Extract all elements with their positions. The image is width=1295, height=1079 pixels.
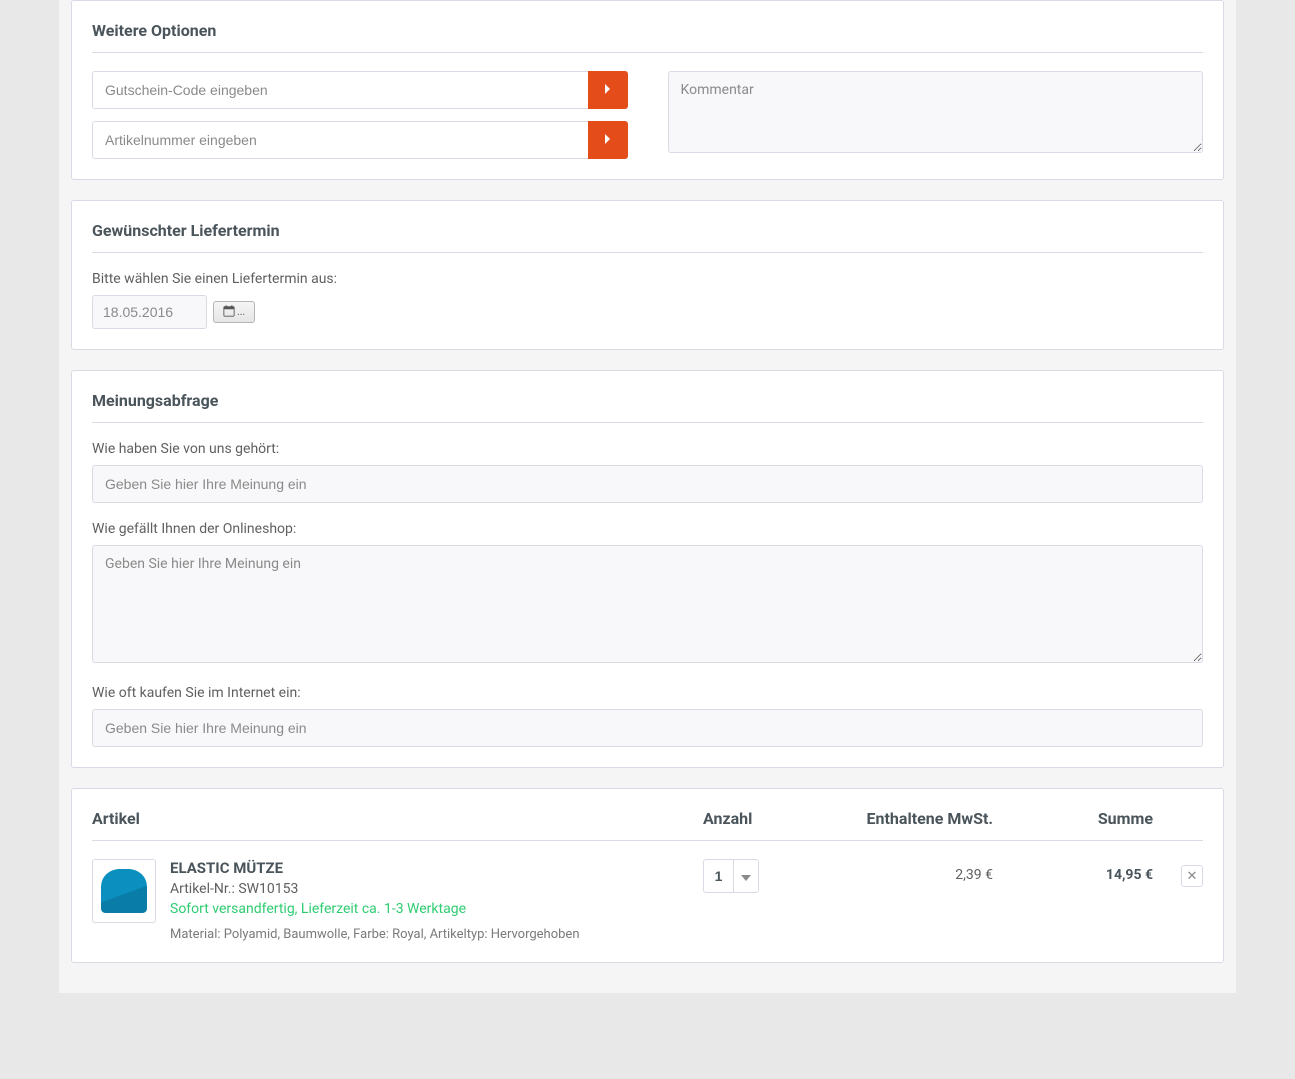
coupon-submit-button[interactable]	[588, 71, 628, 109]
cart-panel: Artikel Anzahl Enthaltene MwSt. Summe EL…	[71, 788, 1224, 963]
calendar-icon	[223, 305, 235, 320]
quantity-dropdown-button[interactable]	[733, 859, 759, 893]
survey-q1-input[interactable]	[92, 465, 1203, 503]
coupon-input[interactable]	[92, 71, 588, 109]
delivery-title: Gewünschter Liefertermin	[92, 221, 1203, 253]
options-panel: Weitere Optionen	[71, 0, 1224, 180]
sku-submit-button[interactable]	[588, 121, 628, 159]
quantity-input[interactable]	[703, 859, 733, 893]
survey-q3-input[interactable]	[92, 709, 1203, 747]
survey-q2-textarea[interactable]	[92, 545, 1203, 663]
product-name[interactable]: ELASTIC MÜTZE	[170, 859, 703, 877]
survey-q2-label: Wie gefällt Ihnen der Onlineshop:	[92, 521, 1203, 537]
delivery-date-input[interactable]	[92, 295, 207, 329]
product-sku: Artikel-Nr.: SW10153	[170, 881, 703, 897]
cart-header-qty: Anzahl	[703, 809, 803, 828]
options-title: Weitere Optionen	[92, 21, 1203, 53]
datepicker-dots: ...	[237, 307, 245, 318]
cart-header-article: Artikel	[92, 809, 703, 828]
comment-textarea[interactable]	[668, 71, 1204, 153]
product-thumbnail[interactable]	[92, 859, 156, 923]
remove-item-button[interactable]: ✕	[1181, 865, 1203, 887]
product-image	[101, 869, 147, 913]
chevron-right-icon	[604, 133, 612, 148]
close-icon: ✕	[1187, 868, 1198, 884]
cart-item-row: ELASTIC MÜTZE Artikel-Nr.: SW10153 Sofor…	[92, 859, 1203, 942]
sku-input[interactable]	[92, 121, 588, 159]
item-tax: 2,39 €	[803, 859, 1033, 883]
survey-panel: Meinungsabfrage Wie haben Sie von uns ge…	[71, 370, 1224, 768]
product-meta: Material: Polyamid, Baumwolle, Farbe: Ro…	[170, 927, 703, 942]
delivery-panel: Gewünschter Liefertermin Bitte wählen Si…	[71, 200, 1224, 350]
survey-q3-label: Wie oft kaufen Sie im Internet ein:	[92, 685, 1203, 701]
survey-title: Meinungsabfrage	[92, 391, 1203, 423]
survey-q1-label: Wie haben Sie von uns gehört:	[92, 441, 1203, 457]
chevron-down-icon	[741, 869, 751, 884]
cart-header-sum: Summe	[1033, 809, 1163, 828]
delivery-label: Bitte wählen Sie einen Liefertermin aus:	[92, 271, 1203, 287]
cart-header-tax: Enthaltene MwSt.	[803, 809, 1033, 828]
chevron-right-icon	[604, 83, 612, 98]
datepicker-button[interactable]: ...	[213, 301, 255, 323]
product-stock: Sofort versandfertig, Lieferzeit ca. 1-3…	[170, 901, 703, 917]
item-sum: 14,95 €	[1033, 859, 1163, 883]
